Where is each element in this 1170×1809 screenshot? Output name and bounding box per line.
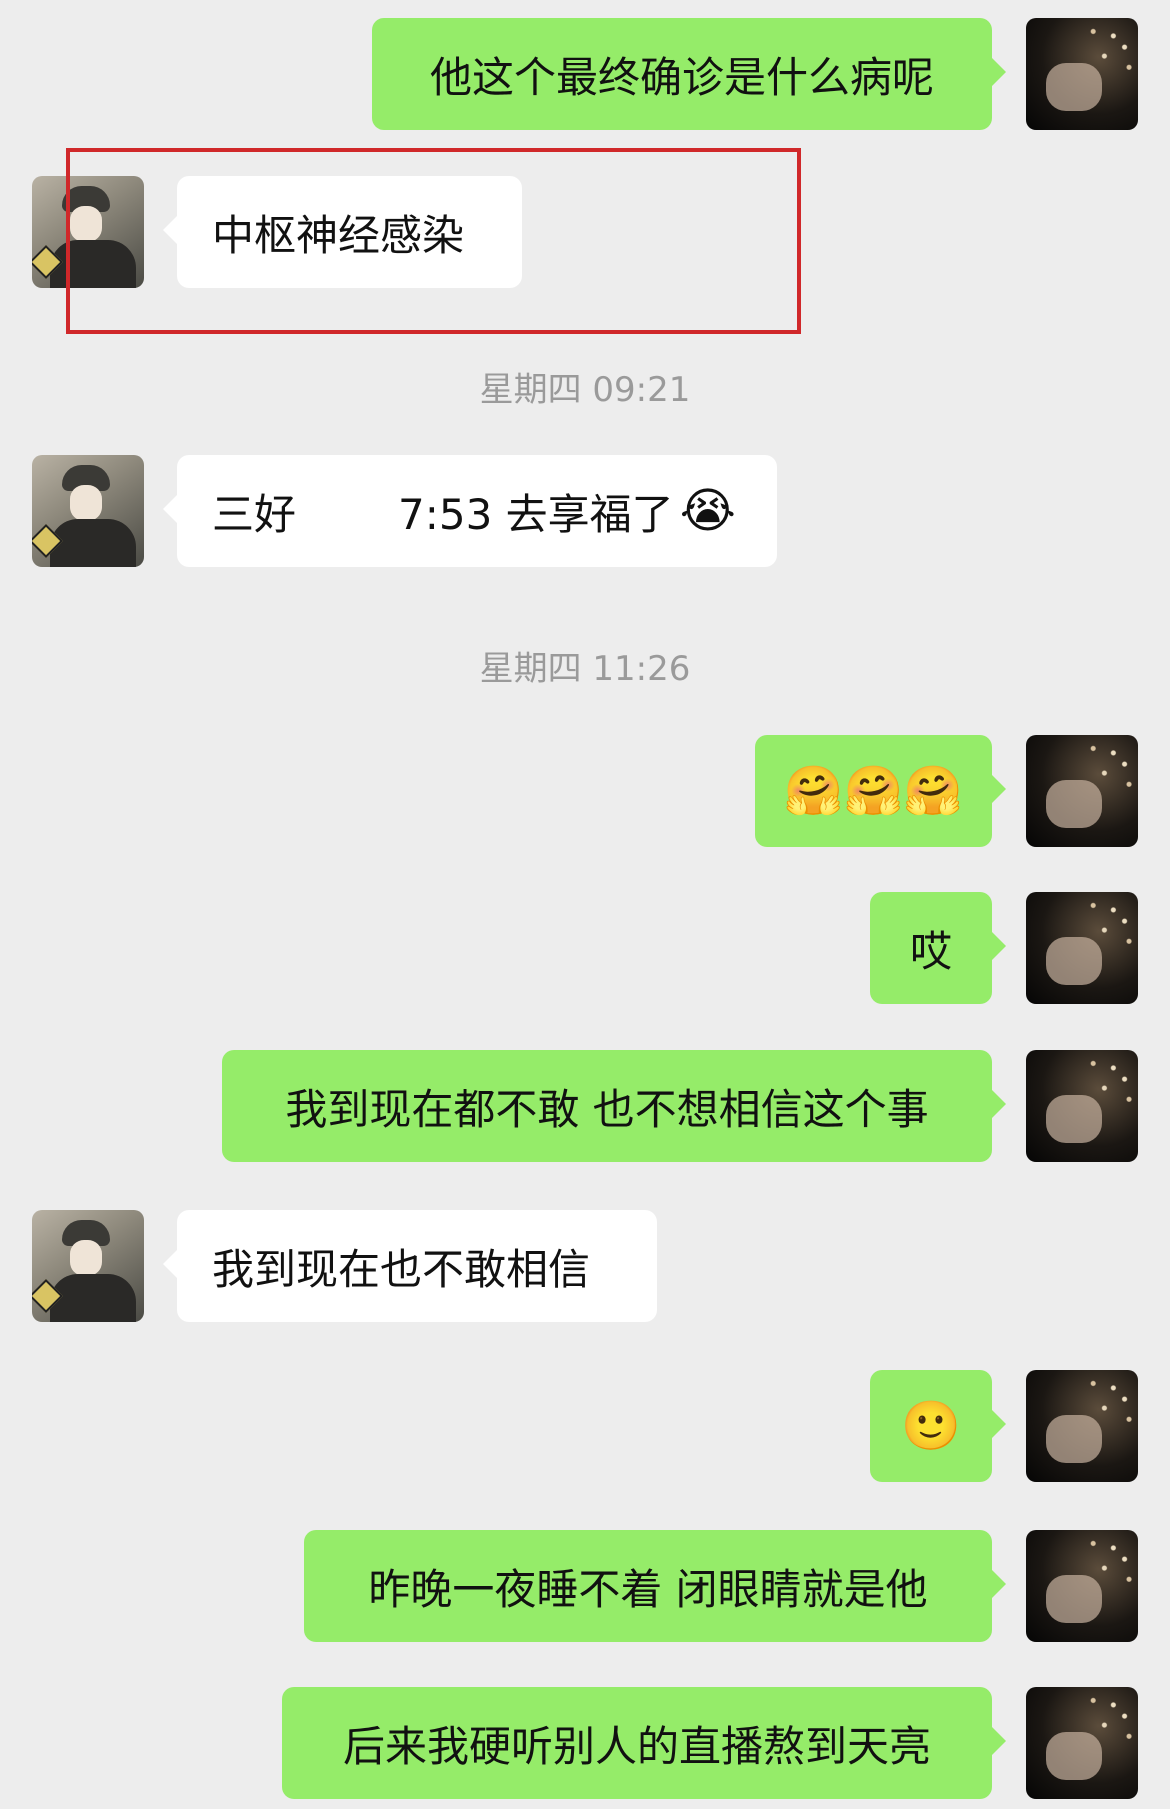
avatar-person xyxy=(1046,1575,1102,1623)
avatar-person xyxy=(1046,1095,1102,1143)
avatar-person xyxy=(1046,63,1102,111)
message-bubble-outgoing[interactable]: 昨晚一夜睡不着 闭眼睛就是他 xyxy=(304,1530,1006,1642)
contact-avatar[interactable] xyxy=(32,455,144,567)
smiling-face-icon: 🙂 xyxy=(901,1398,961,1454)
message-bubble-outgoing[interactable]: 后来我硬听别人的直播熬到天亮 xyxy=(282,1687,1006,1799)
avatar-person xyxy=(1046,937,1102,985)
message-text-end: 7:53 去享福了 xyxy=(398,489,674,539)
crying-face-icon: 😭 xyxy=(679,483,736,539)
hugging-face-icon: 🤗🤗🤗 xyxy=(783,763,964,819)
avatar-body xyxy=(50,519,136,567)
self-avatar[interactable] xyxy=(1026,735,1138,847)
avatar-body xyxy=(50,1274,136,1322)
avatar-person xyxy=(1046,1415,1102,1463)
self-avatar[interactable] xyxy=(1026,18,1138,130)
message-text: 他这个最终确诊是什么病呢 xyxy=(429,52,934,102)
message-bubble-outgoing[interactable]: 哎 xyxy=(870,892,1006,1004)
redacted-text-blur xyxy=(304,488,391,534)
chat-timestamp: 星期四 11:26 xyxy=(479,649,691,689)
contact-avatar[interactable] xyxy=(32,1210,144,1322)
message-text: 昨晚一夜睡不着 闭眼睛就是他 xyxy=(368,1564,928,1614)
self-avatar[interactable] xyxy=(1026,1370,1138,1482)
message-bubble-outgoing[interactable]: 🤗🤗🤗 xyxy=(755,735,1006,847)
message-bubble-incoming[interactable]: 三好 7:53 去享福了 😭 xyxy=(163,455,777,567)
avatar-person xyxy=(1046,780,1102,828)
message-bubble-outgoing[interactable]: 🙂 xyxy=(870,1370,1006,1482)
message-text: 哎 xyxy=(909,926,952,976)
avatar-face xyxy=(70,485,102,521)
message-text-start: 三好 xyxy=(212,489,297,539)
message-bubble-incoming[interactable]: 我到现在也不敢相信 xyxy=(163,1210,657,1322)
message-text: 我到现在也不敢相信 xyxy=(212,1244,591,1294)
chat-timestamp: 星期四 09:21 xyxy=(479,370,691,410)
self-avatar[interactable] xyxy=(1026,1050,1138,1162)
red-highlight-box xyxy=(66,148,801,334)
self-avatar[interactable] xyxy=(1026,892,1138,1004)
avatar-person xyxy=(1046,1732,1102,1780)
self-avatar[interactable] xyxy=(1026,1687,1138,1799)
avatar-face xyxy=(70,1240,102,1276)
message-text: 后来我硬听别人的直播熬到天亮 xyxy=(342,1721,931,1771)
message-text: 我到现在都不敢 也不想相信这个事 xyxy=(285,1084,929,1134)
message-bubble-outgoing[interactable]: 我到现在都不敢 也不想相信这个事 xyxy=(222,1050,1006,1162)
self-avatar[interactable] xyxy=(1026,1530,1138,1642)
message-bubble-outgoing[interactable]: 他这个最终确诊是什么病呢 xyxy=(372,18,1006,130)
